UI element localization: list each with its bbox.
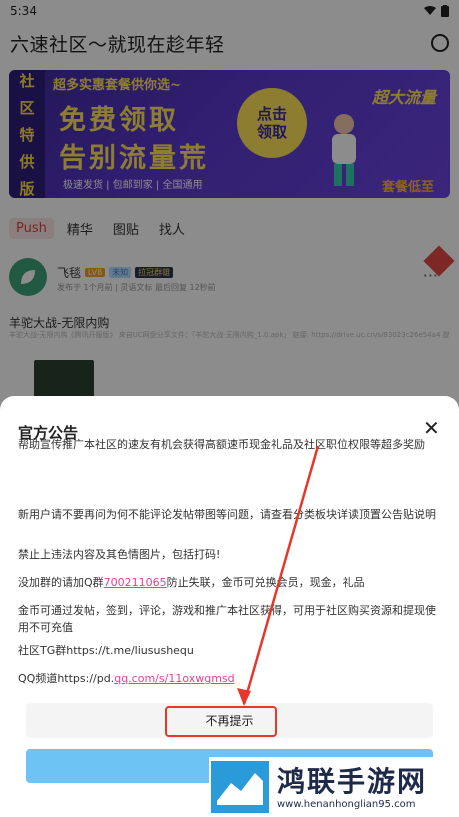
qq-channel-link[interactable]: qq.com/s/11oxwgmsd <box>114 672 234 685</box>
site-watermark: 鸿联手游网 www.henanhonglian95.com <box>209 757 459 817</box>
notice-4-after: 防止失联，金币可兑换会员，现金，礼品 <box>166 576 365 589</box>
annotation-highlight-box <box>165 706 277 737</box>
notice-paragraph-4: 没加群的请加Q群700211065防止失联，金币可兑换会员，现金，礼品 <box>18 574 442 591</box>
notice-paragraph-6: 社区TG群https://t.me/liusushequ <box>18 644 194 657</box>
watermark-name: 鸿联手游网 <box>277 764 428 798</box>
notice-paragraph-1: 帮助宣传推广本社区的速友有机会获得高额速币现金礼品及社区职位权限等超多奖励 <box>18 438 425 451</box>
watermark-url: www.henanhonglian95.com <box>277 798 416 810</box>
qq-group-link[interactable]: 700211065 <box>104 576 167 589</box>
notice-paragraph-7: QQ频道https://pd.qq.com/s/11oxwgmsd <box>18 670 442 687</box>
watermark-text: 鸿联手游网 www.henanhonglian95.com <box>277 765 427 810</box>
notice-paragraph-3: 禁止上违法内容及其色情图片，包括打码! <box>18 548 221 561</box>
notice-paragraph-2: 新用户请不要再问为何不能评论发帖带图等问题，请查看分类板块详读顶置公告贴说明 <box>18 508 436 521</box>
notice-7-before: QQ频道https://pd. <box>18 672 115 685</box>
close-icon[interactable]: ✕ <box>423 418 440 438</box>
notice-4-before: 没加群的请加Q群 <box>18 576 104 589</box>
notice-paragraph-5: 金币可通过发帖，签到，评论，游戏和推广本社区获得，可用于社区购买资源和提现使用不… <box>18 604 436 634</box>
watermark-logo-icon <box>211 761 269 813</box>
announcement-dialog: 官方公告 ✕ 帮助宣传推广本社区的速友有机会获得高额速币现金礼品及社区职位权限等… <box>0 396 459 817</box>
